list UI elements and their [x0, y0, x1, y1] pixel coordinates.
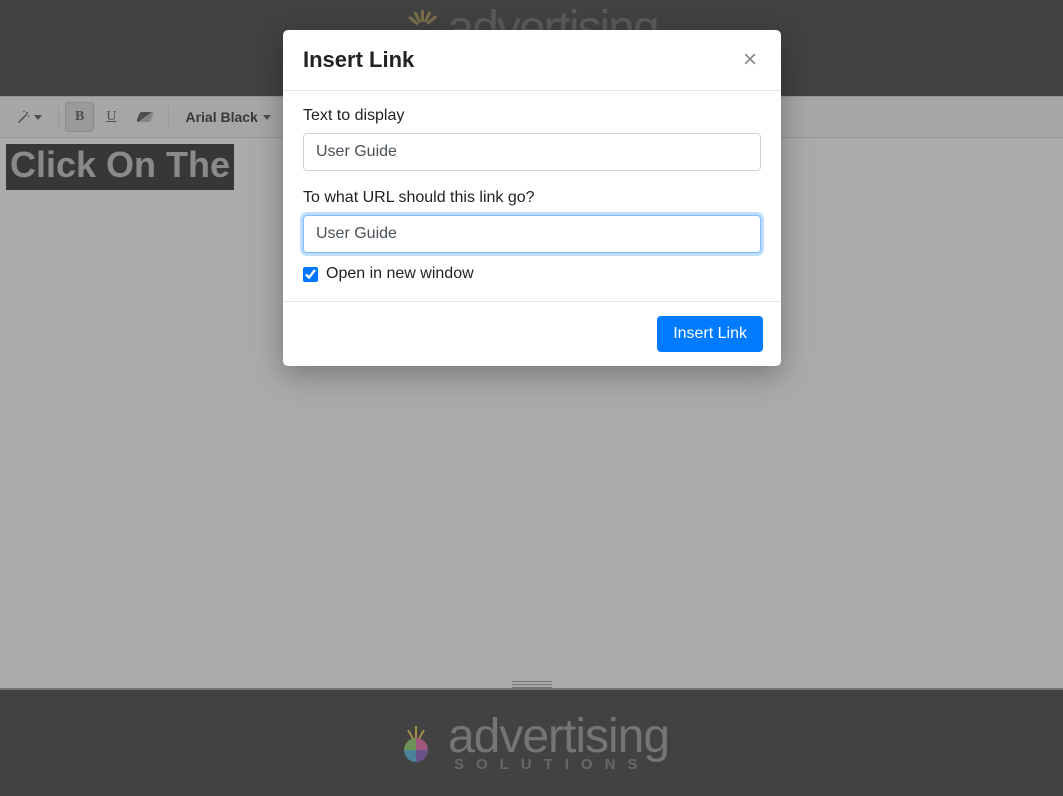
insert-link-button[interactable]: Insert Link: [657, 316, 763, 352]
open-new-window-checkbox[interactable]: [303, 267, 318, 282]
close-button[interactable]: ×: [739, 48, 761, 72]
modal-header: Insert Link ×: [283, 30, 781, 91]
url-group: To what URL should this link go?: [303, 189, 761, 253]
insert-link-modal: Insert Link × Text to display To what UR…: [283, 30, 781, 366]
text-to-display-group: Text to display: [303, 107, 761, 171]
modal-title: Insert Link: [303, 47, 414, 73]
modal-footer: Insert Link: [283, 301, 781, 366]
text-to-display-label: Text to display: [303, 107, 761, 125]
url-input[interactable]: [303, 215, 761, 253]
open-new-window-label: Open in new window: [326, 265, 474, 283]
url-label: To what URL should this link go?: [303, 189, 761, 207]
open-new-window-row[interactable]: Open in new window: [303, 265, 761, 283]
modal-body: Text to display To what URL should this …: [283, 91, 781, 301]
text-to-display-input[interactable]: [303, 133, 761, 171]
close-icon: ×: [743, 46, 757, 73]
